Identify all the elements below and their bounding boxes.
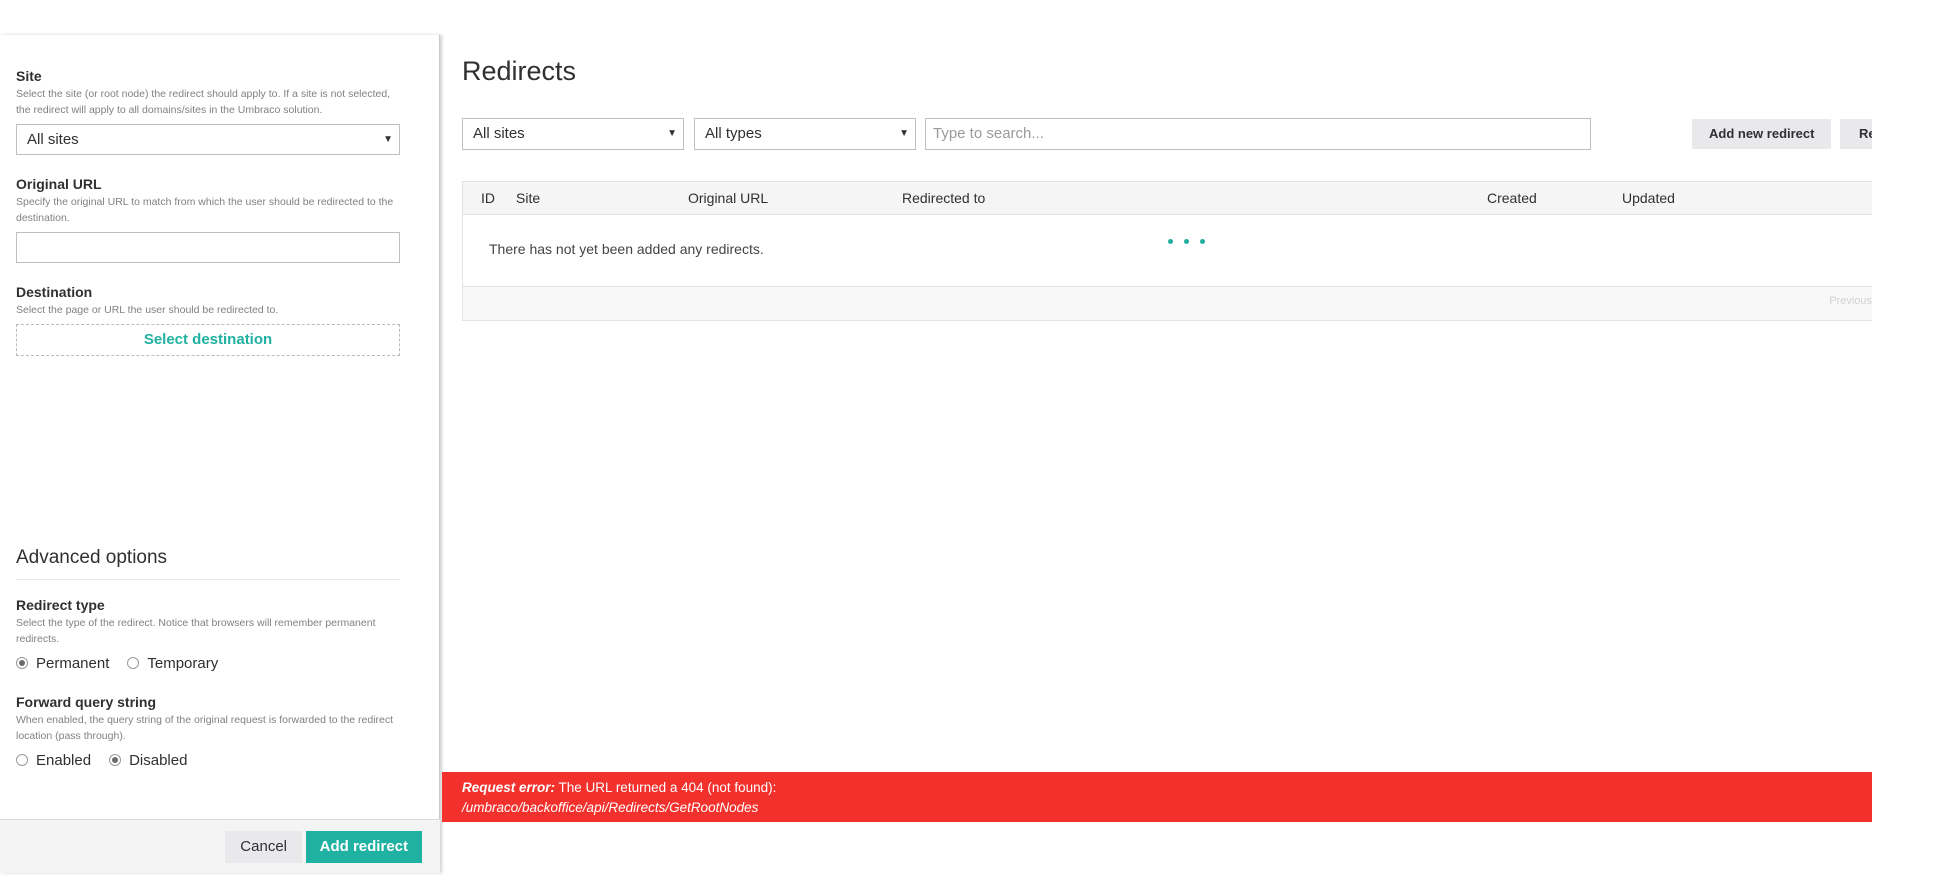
table-pagination: Previous [463, 287, 1872, 320]
pagination-previous[interactable]: Previous [1829, 295, 1872, 307]
radio-permanent-label: Permanent [36, 654, 110, 672]
redirect-type-field: Redirect type Select the type of the red… [16, 596, 400, 673]
caret-down-icon: ▼ [383, 134, 393, 145]
radio-disabled-label: Disabled [129, 751, 188, 769]
error-message: The URL returned a 404 (not found): [558, 780, 777, 795]
radio-checked-icon[interactable] [16, 657, 28, 669]
loading-dot [1200, 239, 1205, 244]
error-prefix: Request error: [462, 780, 556, 795]
original-url-label: Original URL [16, 176, 102, 192]
original-url-description: Specify the original URL to match from w… [16, 196, 394, 224]
table-empty-row: There has not yet been added any redirec… [463, 215, 1872, 287]
loading-dot [1184, 239, 1189, 244]
destination-field: Destination Select the page or URL the u… [16, 283, 400, 356]
panel-footer: Cancel Add redirect [0, 819, 440, 873]
advanced-options-title: Advanced options [16, 547, 400, 580]
radio-temporary[interactable]: Temporary [127, 655, 218, 672]
loading-dot [1168, 239, 1173, 244]
original-url-field: Original URL Specify the original URL to… [16, 175, 400, 263]
page-title: Redirects [462, 56, 577, 86]
column-id[interactable]: ID [481, 182, 495, 215]
redirect-type-label: Redirect type [16, 597, 105, 613]
redirect-type-description: Select the type of the redirect. Notice … [16, 617, 376, 645]
caret-down-icon: ▼ [667, 128, 677, 139]
redirects-table: ID Site Original URL Redirected to Creat… [462, 181, 1872, 321]
radio-permanent[interactable]: Permanent [16, 655, 109, 672]
radio-disabled[interactable]: Disabled [109, 752, 187, 769]
add-redirect-button[interactable]: Add redirect [305, 831, 422, 863]
error-line: Request error: The URL returned a 404 (n… [462, 778, 1872, 798]
error-notification: Request error: The URL returned a 404 (n… [442, 772, 1872, 822]
forward-query-label: Forward query string [16, 694, 157, 710]
radio-enabled-label: Enabled [36, 751, 92, 769]
site-select[interactable]: All sites ▼ [16, 124, 400, 155]
redirect-type-options: Permanent Temporary [16, 653, 400, 673]
site-filter-select[interactable]: All sites ▼ [462, 118, 684, 150]
column-site[interactable]: Site [516, 182, 540, 215]
second-toolbar-button[interactable]: Re [1840, 119, 1872, 149]
site-filter-value: All sites [473, 125, 525, 142]
select-destination-button[interactable]: Select destination [16, 324, 400, 356]
forward-query-options: Enabled Disabled [16, 750, 400, 770]
advanced-options: Advanced options Redirect type Select th… [16, 547, 400, 790]
column-redirected-to[interactable]: Redirected to [902, 182, 985, 215]
site-select-value: All sites [27, 131, 79, 148]
cancel-button[interactable]: Cancel [225, 831, 302, 863]
error-path: /umbraco/backoffice/api/Redirects/GetRoo… [462, 800, 759, 815]
site-description: Select the site (or root node) the redir… [16, 88, 391, 116]
radio-temporary-label: Temporary [147, 654, 219, 672]
filter-toolbar: All sites ▼ All types ▼ Type to search..… [462, 118, 1872, 152]
empty-message: There has not yet been added any redirec… [489, 241, 764, 257]
forward-query-field: Forward query string When enabled, the q… [16, 693, 400, 770]
type-filter-select[interactable]: All types ▼ [694, 118, 916, 150]
destination-label: Destination [16, 284, 93, 300]
column-created[interactable]: Created [1487, 182, 1537, 215]
radio-unchecked-icon[interactable] [127, 657, 140, 669]
radio-unchecked-icon[interactable] [16, 754, 28, 766]
original-url-input[interactable] [16, 232, 400, 263]
search-input[interactable]: Type to search... [925, 118, 1591, 150]
loading-dots-icon [1168, 239, 1205, 244]
site-label: Site [16, 68, 42, 84]
column-updated[interactable]: Updated [1622, 182, 1675, 215]
caret-down-icon: ▼ [899, 128, 909, 139]
site-field: Site Select the site (or root node) the … [16, 67, 400, 155]
add-redirect-panel: Site Select the site (or root node) the … [0, 35, 440, 873]
forward-query-description: When enabled, the query string of the or… [16, 714, 394, 742]
radio-checked-icon[interactable] [109, 754, 122, 766]
destination-description: Select the page or URL the user should b… [16, 304, 279, 316]
redirects-dashboard: Redirects All sites ▼ All types ▼ Type t… [462, 0, 1872, 882]
radio-enabled[interactable]: Enabled [16, 752, 91, 769]
panel-fields: Site Select the site (or root node) the … [16, 67, 400, 376]
table-header: ID Site Original URL Redirected to Creat… [463, 182, 1872, 215]
column-original-url[interactable]: Original URL [688, 182, 768, 215]
type-filter-value: All types [705, 125, 762, 142]
add-new-redirect-button[interactable]: Add new redirect [1692, 119, 1832, 149]
